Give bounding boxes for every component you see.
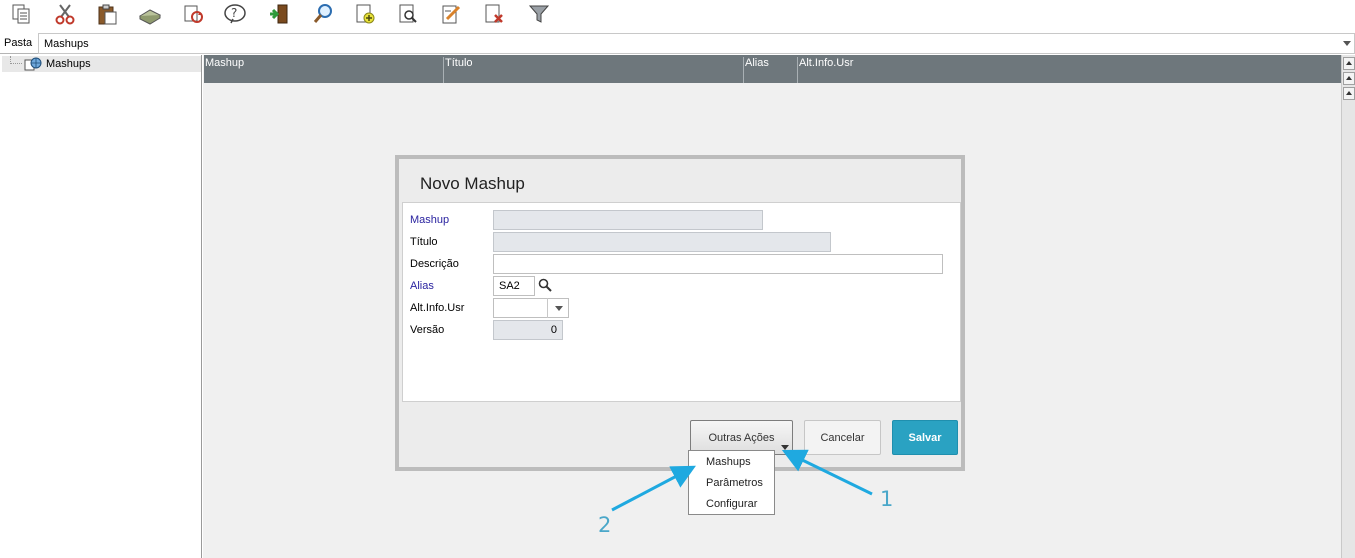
annotation-arrows — [611, 449, 873, 512]
annotation-arrow-1 — [781, 449, 873, 496]
annotation-label-1: 1 — [880, 487, 894, 511]
annotation-label-2: 2 — [598, 513, 612, 537]
annotation-arrow-2 — [611, 465, 696, 512]
